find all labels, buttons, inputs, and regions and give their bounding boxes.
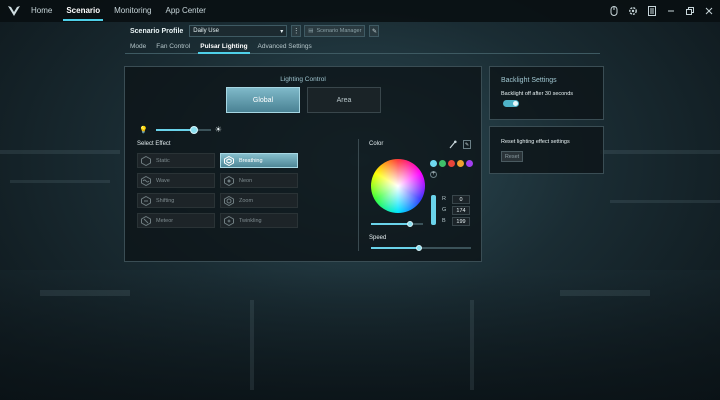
backlight-settings-title: Backlight Settings xyxy=(501,77,557,84)
edit-profile-button[interactable]: ✎ xyxy=(369,25,380,37)
effect-neon[interactable]: Neon xyxy=(220,173,298,188)
effect-shifting[interactable]: Shifting xyxy=(137,193,215,208)
rgb-values: R 0 G 174 B 199 xyxy=(442,195,470,226)
brightness-high-icon: ☀ xyxy=(214,125,222,134)
effect-wave[interactable]: Wave xyxy=(137,173,215,188)
neon-effect-icon xyxy=(222,174,235,187)
scenario-profile-row: Scenario Profile Daily Use ▾ ⋮ ▤ Scenari… xyxy=(130,24,380,38)
profile-selected-value: Daily Use xyxy=(193,28,219,34)
color-swatch[interactable] xyxy=(466,160,473,167)
more-options-button[interactable]: ⋮ xyxy=(291,25,302,37)
g-input[interactable]: 174 xyxy=(452,206,470,215)
backlight-toggle[interactable] xyxy=(503,100,519,107)
effect-label: Meteor xyxy=(156,217,174,224)
effect-breathing[interactable]: Breathing xyxy=(220,153,298,168)
reset-button[interactable]: Reset xyxy=(501,151,523,162)
b-label: B xyxy=(442,218,446,224)
nav-scenario[interactable]: Scenario xyxy=(59,0,107,22)
breathing-effect-icon xyxy=(222,154,235,167)
effect-label: Neon xyxy=(239,177,253,184)
color-swatch[interactable] xyxy=(439,160,446,167)
restore-icon[interactable] xyxy=(685,6,695,16)
color-wheel[interactable] xyxy=(371,159,425,213)
brightness-row: 💡 ☀ xyxy=(139,125,222,134)
select-effect-label: Select Effect xyxy=(137,141,171,147)
global-button[interactable]: Global xyxy=(226,87,300,113)
mouse-icon[interactable] xyxy=(609,6,619,16)
effect-label: Static xyxy=(156,157,170,164)
meteor-effect-icon xyxy=(139,214,152,227)
area-button[interactable]: Area xyxy=(307,87,381,113)
settings-gear-icon[interactable] xyxy=(628,6,638,16)
edit-color-icon[interactable]: ✎ xyxy=(463,140,471,149)
selected-color-bar xyxy=(431,195,436,225)
predator-logo-icon xyxy=(4,0,24,22)
r-label: R xyxy=(442,196,446,202)
scenario-manager-label: Scenario Manager xyxy=(316,28,362,34)
lighting-control-title: Lighting Control xyxy=(280,76,326,83)
twinkling-effect-icon xyxy=(222,214,235,227)
add-swatch-plus-icon[interactable]: + xyxy=(430,171,437,178)
nav-app-center[interactable]: App Center xyxy=(159,0,213,22)
color-swatch[interactable] xyxy=(448,160,455,167)
color-swatch[interactable] xyxy=(457,160,464,167)
manager-icon: ▤ xyxy=(308,28,314,34)
color-swatch[interactable] xyxy=(430,160,437,167)
reset-lighting-panel: Reset lighting effect settings Reset xyxy=(489,126,604,174)
nav-monitoring[interactable]: Monitoring xyxy=(107,0,158,22)
tab-mode[interactable]: Mode xyxy=(125,40,151,53)
scenario-manager-button[interactable]: ▤ Scenario Manager xyxy=(304,25,366,37)
effect-label: Breathing xyxy=(239,157,263,164)
panel-divider xyxy=(358,139,359,251)
backlight-off-text: Backlight off after 30 seconds xyxy=(501,91,574,97)
g-label: G xyxy=(442,207,447,213)
color-swatches xyxy=(430,160,473,167)
edit-icon: ✎ xyxy=(371,28,377,35)
effect-label: Shifting xyxy=(156,197,175,204)
top-nav-bar: Home Scenario Monitoring App Center xyxy=(0,0,720,22)
speed-label: Speed xyxy=(369,235,387,241)
close-icon[interactable] xyxy=(704,6,714,16)
nav-home[interactable]: Home xyxy=(24,0,59,22)
zoom-effect-icon xyxy=(222,194,235,207)
tab-advanced-settings[interactable]: Advanced Settings xyxy=(253,40,317,53)
effect-static[interactable]: Static xyxy=(137,153,215,168)
hue-slider[interactable] xyxy=(371,221,423,227)
effect-label: Wave xyxy=(156,177,170,184)
wave-effect-icon xyxy=(139,174,152,187)
speed-slider[interactable] xyxy=(371,245,471,251)
tab-fan-control[interactable]: Fan Control xyxy=(151,40,195,53)
backlight-settings-panel: Backlight Settings Backlight off after 3… xyxy=(489,66,604,120)
b-input[interactable]: 199 xyxy=(452,217,470,226)
effect-label: Twinkling xyxy=(239,217,262,224)
eyedropper-icon[interactable] xyxy=(449,140,457,149)
brightness-low-icon: 💡 xyxy=(139,126,148,134)
scenario-profile-dropdown[interactable]: Daily Use ▾ xyxy=(189,25,288,37)
effect-meteor[interactable]: Meteor xyxy=(137,213,215,228)
r-input[interactable]: 0 xyxy=(452,195,470,204)
effect-grid: Static Breathing Wave Neon Shifting Zoom… xyxy=(137,153,299,228)
shifting-effect-icon xyxy=(139,194,152,207)
tab-pulsar-lighting[interactable]: Pulsar Lighting xyxy=(195,40,252,54)
effect-zoom[interactable]: Zoom xyxy=(220,193,298,208)
chevron-down-icon: ▾ xyxy=(280,28,284,35)
lighting-control-panel: Lighting Control Global Area 💡 ☀ Select … xyxy=(124,66,482,262)
reset-lighting-text: Reset lighting effect settings xyxy=(501,139,570,145)
minimize-icon[interactable] xyxy=(666,6,676,16)
sub-tabs: Mode Fan Control Pulsar Lighting Advance… xyxy=(125,40,600,54)
effect-label: Zoom xyxy=(239,197,254,204)
scenario-profile-label: Scenario Profile xyxy=(130,27,184,35)
notes-icon[interactable] xyxy=(647,6,657,16)
static-effect-icon xyxy=(139,154,152,167)
color-label: Color xyxy=(369,141,384,147)
brightness-slider[interactable] xyxy=(155,125,211,134)
effect-twinkling[interactable]: Twinkling xyxy=(220,213,298,228)
vertical-dots-icon: ⋮ xyxy=(292,28,300,35)
